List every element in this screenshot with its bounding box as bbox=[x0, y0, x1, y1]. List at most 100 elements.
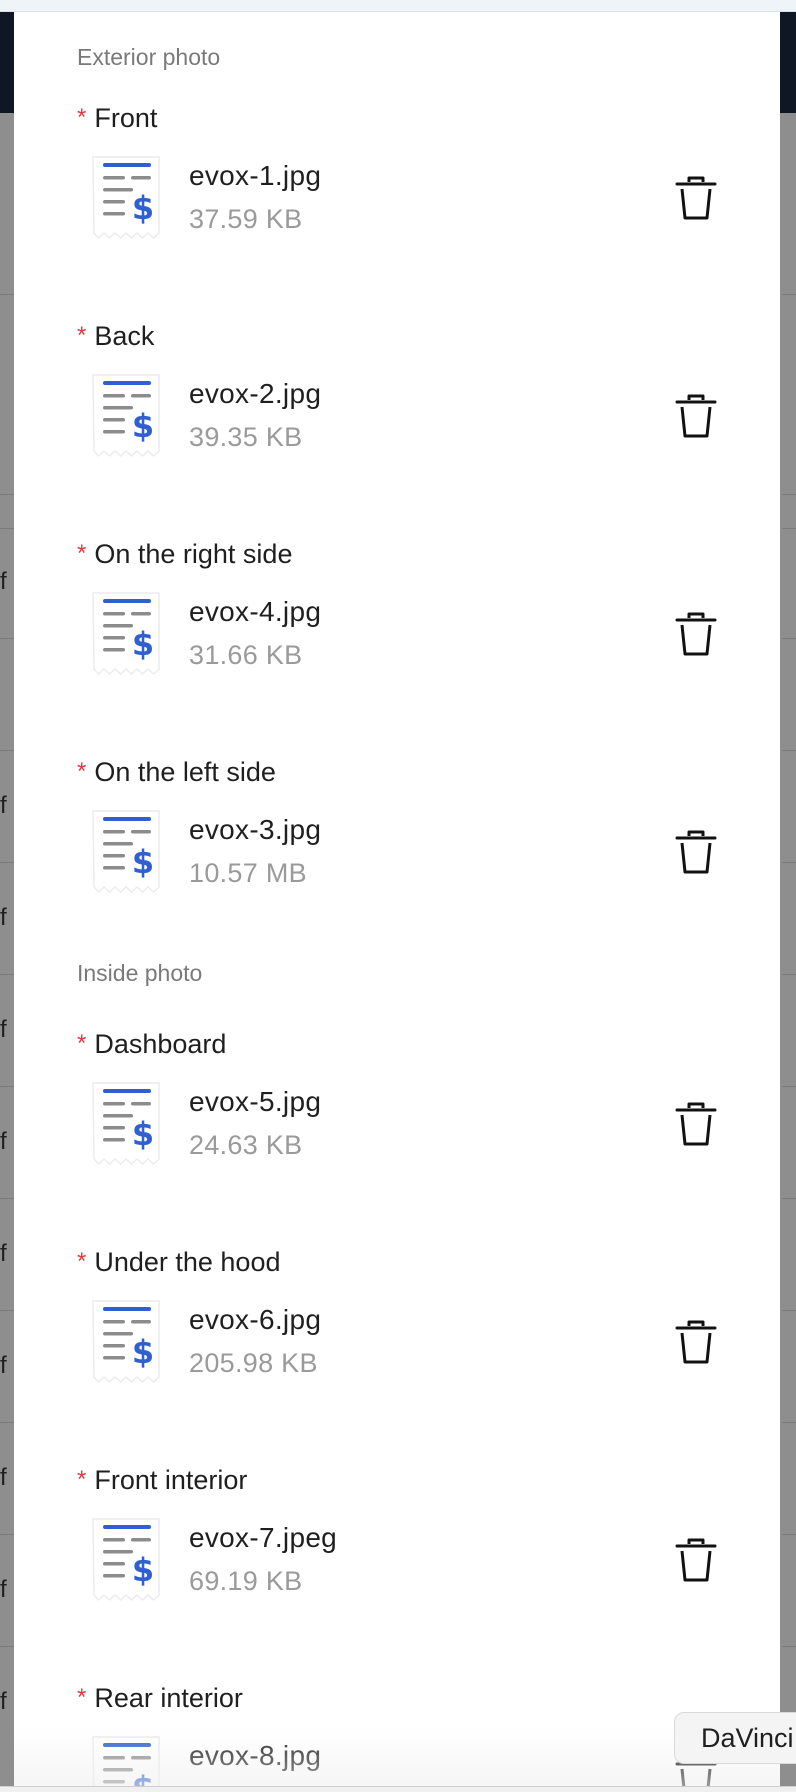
svg-text:$: $ bbox=[132, 1115, 154, 1153]
field-label: * Under the hood bbox=[77, 1247, 280, 1278]
file-name[interactable]: evox-2.jpg bbox=[189, 378, 321, 410]
svg-text:$: $ bbox=[132, 407, 154, 445]
field-label-text: Under the hood bbox=[94, 1247, 281, 1277]
svg-text:$: $ bbox=[132, 843, 154, 881]
file-name[interactable]: evox-3.jpg bbox=[189, 814, 321, 846]
field-label: * Dashboard bbox=[77, 1029, 226, 1060]
required-marker: * bbox=[77, 1248, 87, 1275]
required-marker: * bbox=[77, 104, 87, 131]
section-title-inside: Inside photo bbox=[77, 960, 203, 986]
trash-icon[interactable] bbox=[674, 1101, 718, 1147]
field-label-text: On the right side bbox=[94, 539, 293, 569]
field-label-text: On the left side bbox=[94, 757, 276, 787]
svg-text:$: $ bbox=[132, 625, 154, 663]
field-label-text: Dashboard bbox=[94, 1029, 227, 1059]
field-label-text: Front interior bbox=[94, 1465, 248, 1495]
background-row-divider bbox=[0, 1646, 14, 1647]
background-row-divider bbox=[782, 1198, 796, 1199]
background-row-divider bbox=[782, 1646, 796, 1647]
field-label-text: Rear interior bbox=[94, 1683, 243, 1713]
receipt-dollar-icon: $ bbox=[89, 1515, 163, 1603]
background-row-divider bbox=[782, 494, 796, 495]
file-name[interactable]: evox-6.jpg bbox=[189, 1304, 321, 1336]
file-size: 10.57 MB bbox=[189, 858, 307, 888]
background-row-divider bbox=[0, 494, 14, 495]
background-text-fragment: f bbox=[0, 1240, 7, 1267]
required-marker: * bbox=[77, 1030, 87, 1057]
background-text-fragment: f bbox=[0, 1688, 7, 1715]
file-name[interactable]: evox-7.jpeg bbox=[189, 1522, 337, 1554]
background-row-divider bbox=[0, 1422, 14, 1423]
receipt-dollar-icon: $ bbox=[89, 1297, 163, 1385]
background-text-fragment: f bbox=[0, 568, 7, 595]
field-label-text: Front bbox=[94, 103, 158, 133]
trash-icon[interactable] bbox=[674, 175, 718, 221]
trash-icon[interactable] bbox=[674, 1319, 718, 1365]
file-size: 205.98 KB bbox=[189, 1348, 318, 1378]
background-row-divider bbox=[0, 1534, 14, 1535]
file-name[interactable]: evox-5.jpg bbox=[189, 1086, 321, 1118]
background-text-fragment: f bbox=[0, 792, 7, 819]
background-row-divider bbox=[782, 1422, 796, 1423]
background-text-fragment: f bbox=[0, 1464, 7, 1491]
browser-top-strip bbox=[0, 0, 796, 12]
background-row-divider bbox=[782, 294, 796, 295]
file-name[interactable]: evox-1.jpg bbox=[189, 160, 321, 192]
field-label: * On the right side bbox=[77, 539, 292, 570]
background-row-divider bbox=[782, 1534, 796, 1535]
background-row-divider bbox=[0, 974, 14, 975]
required-marker: * bbox=[77, 322, 87, 349]
trash-icon[interactable] bbox=[674, 1537, 718, 1583]
receipt-dollar-icon: $ bbox=[89, 1079, 163, 1167]
svg-text:$: $ bbox=[132, 1333, 154, 1371]
file-name[interactable]: evox-8.jpg bbox=[189, 1740, 321, 1772]
davinci-widget-tab[interactable]: DaVinci bbox=[674, 1712, 796, 1764]
upload-drawer: Exterior photo Inside photo * Front $ evox-… bbox=[14, 12, 780, 1792]
field-label: * Front bbox=[77, 103, 157, 134]
receipt-dollar-icon: $ bbox=[89, 807, 163, 895]
svg-text:$: $ bbox=[132, 189, 154, 227]
trash-icon[interactable] bbox=[674, 611, 718, 657]
background-row-divider bbox=[0, 528, 14, 529]
file-size: 31.66 KB bbox=[189, 640, 303, 670]
file-size: 37.59 KB bbox=[189, 204, 303, 234]
file-size: 24.63 KB bbox=[189, 1130, 303, 1160]
background-row-divider bbox=[0, 1310, 14, 1311]
background-row-divider bbox=[0, 1086, 14, 1087]
background-row-divider bbox=[782, 638, 796, 639]
background-row-divider bbox=[0, 1198, 14, 1199]
background-row-divider bbox=[782, 750, 796, 751]
required-marker: * bbox=[77, 1684, 87, 1711]
background-row-divider bbox=[0, 750, 14, 751]
required-marker: * bbox=[77, 1466, 87, 1493]
background-text-fragment: f bbox=[0, 904, 7, 931]
field-label-text: Back bbox=[94, 321, 155, 351]
section-title-exterior: Exterior photo bbox=[77, 44, 221, 70]
trash-icon[interactable] bbox=[674, 393, 718, 439]
background-row-divider bbox=[0, 638, 14, 639]
background-row-divider bbox=[782, 1310, 796, 1311]
background-row-divider bbox=[0, 862, 14, 863]
required-marker: * bbox=[77, 758, 87, 785]
trash-icon[interactable] bbox=[674, 829, 718, 875]
background-row-divider bbox=[782, 528, 796, 529]
receipt-dollar-icon: $ bbox=[89, 1733, 163, 1792]
required-marker: * bbox=[77, 540, 87, 567]
file-size: 69.19 KB bbox=[189, 1566, 303, 1596]
browser-bottom-strip bbox=[0, 1786, 796, 1792]
file-name[interactable]: evox-4.jpg bbox=[189, 596, 321, 628]
svg-text:$: $ bbox=[132, 1551, 154, 1589]
background-row-divider bbox=[0, 294, 14, 295]
field-label: * Back bbox=[77, 321, 154, 352]
file-size: 39.35 KB bbox=[189, 422, 303, 452]
receipt-dollar-icon: $ bbox=[89, 153, 163, 241]
background-text-fragment: f bbox=[0, 1576, 7, 1603]
receipt-dollar-icon: $ bbox=[89, 589, 163, 677]
field-label: * Rear interior bbox=[77, 1683, 243, 1714]
background-row-divider bbox=[782, 862, 796, 863]
background-text-fragment: f bbox=[0, 1016, 7, 1043]
field-label: * Front interior bbox=[77, 1465, 247, 1496]
receipt-dollar-icon: $ bbox=[89, 371, 163, 459]
background-row-divider bbox=[782, 974, 796, 975]
background-text-fragment: f bbox=[0, 1128, 7, 1155]
